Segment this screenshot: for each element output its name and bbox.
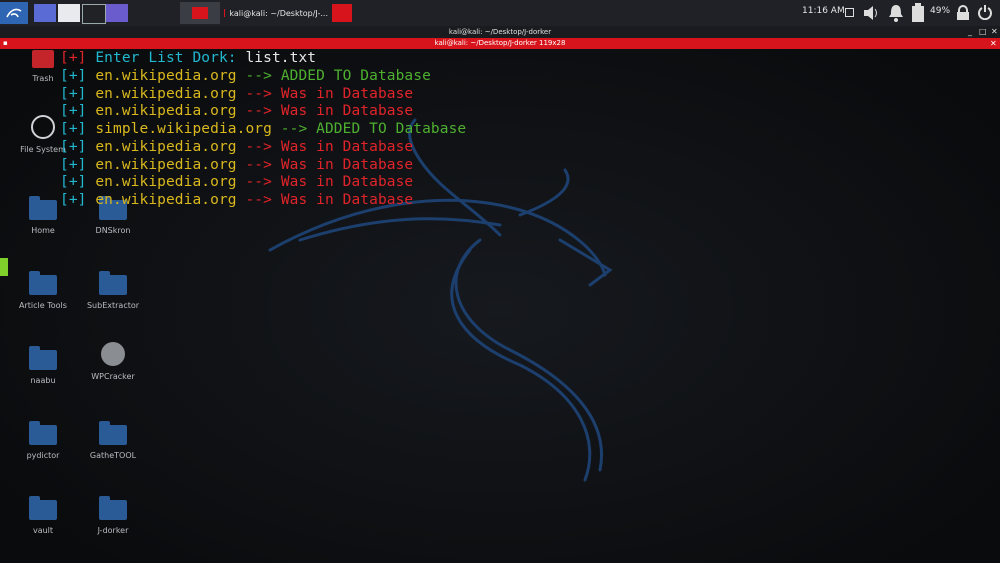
domain-text: en.wikipedia.org [95,191,237,208]
domain-text: en.wikipedia.org [95,68,237,84]
terminal-window[interactable]: [+] Enter List Dork: list.txt [+] en.wik… [0,49,1000,563]
arrow-text: --> [245,85,272,102]
status-text: ADDED TO Database [316,121,467,138]
line-marker: [+] [60,68,87,84]
arrow-text: --> [245,191,272,208]
terminal-line: [+] en.wikipedia.org --> Was in Database [60,192,413,208]
battery-icon[interactable] [911,3,925,23]
terminal-app-icon [224,9,226,17]
line-marker: [+] [60,156,87,173]
close-icon[interactable]: ✕ [991,26,998,38]
minimize-icon[interactable]: _ [968,26,972,38]
lock-icon[interactable] [956,5,970,21]
domain-text: simple.wikipedia.org [95,121,272,138]
line-marker: [+] [60,191,87,208]
file-manager-icon[interactable] [58,4,80,22]
terminal-cursor [0,258,8,276]
domain-text: en.wikipedia.org [95,103,237,120]
domain-text: en.wikipedia.org [95,156,237,173]
line-marker: [+] [60,121,87,138]
terminal-line: [+] en.wikipedia.org --> Was in Database [60,174,413,190]
domain-text: en.wikipedia.org [95,174,237,191]
line-marker: [+] [60,174,87,191]
notification-bell-icon[interactable] [887,3,905,23]
workspace-icon[interactable] [34,4,56,22]
terminal-line: [+] en.wikipedia.org --> Was in Database [60,139,413,155]
terminal-icon[interactable] [82,4,106,24]
clock[interactable]: 11:16 AM [802,6,845,16]
line-marker: [+] [60,85,87,102]
arrow-text: --> [245,174,272,191]
prompt-value: list.txt [245,50,317,66]
status-text: Was in Database [280,156,414,173]
arrow-text: --> [280,121,308,138]
taskbar-window-thumbnail[interactable] [180,2,220,24]
terminal-titlebar[interactable]: ▪ kali@kali: ~/Desktop/J-dorker 119x28 ✕ [0,38,1000,49]
status-text: Was in Database [280,174,414,191]
status-text: Was in Database [280,103,414,120]
domain-text: en.wikipedia.org [95,138,237,155]
line-marker: [+] [60,138,87,155]
window-thumbnail-icon [192,7,208,19]
terminal-line: [+] en.wikipedia.org --> Was in Database [60,86,413,102]
status-text: ADDED TO Database [280,68,431,84]
line-marker: [+] [60,103,87,120]
active-window-title: kali@kali: ~/Desktop/J-... [229,8,328,18]
terminal-line: [+] simple.wikipedia.org --> ADDED TO Da… [60,121,466,137]
status-text: Was in Database [280,191,414,208]
desktop-toggle-icon[interactable] [845,8,854,17]
window-titlebar[interactable]: kali@kali: ~/Desktop/J-dorker _ □ ✕ [0,26,1000,38]
kali-logo-icon [6,8,22,18]
status-text: Was in Database [280,85,414,102]
domain-text: en.wikipedia.org [95,85,237,102]
terminal-prompt-line: [+] Enter List Dork: list.txt [60,50,316,66]
arrow-text: --> [245,103,272,120]
prompt-text: Enter List Dork: [95,50,237,66]
terminal-close-icon[interactable]: ✕ [990,38,997,49]
status-text: Was in Database [280,138,414,155]
terminal-title: kali@kali: ~/Desktop/J-dorker 119x28 [434,39,566,47]
power-icon[interactable] [977,4,993,20]
window-title: kali@kali: ~/Desktop/J-dorker [448,28,552,36]
terminal-line: [+] en.wikipedia.org --> Was in Database [60,103,413,119]
terminal-line: [+] en.wikipedia.org --> ADDED TO Databa… [60,68,431,84]
arrow-text: --> [245,156,272,173]
arrow-text: --> [245,138,272,155]
terminal-line: [+] en.wikipedia.org --> Was in Database [60,157,413,173]
kali-menu-button[interactable] [0,2,28,24]
terminal-menu-icon[interactable]: ▪ [3,38,8,49]
line-marker: [+] [60,50,87,66]
taskbar: kali@kali: ~/Desktop/J-... 11:16 AM 49% [0,0,1000,26]
taskbar-active-window[interactable]: kali@kali: ~/Desktop/J-... [224,2,328,24]
screenshot-icon[interactable] [106,4,128,22]
terminal-launcher-icon[interactable] [332,4,352,22]
arrow-text: --> [245,68,272,84]
battery-percentage: 49% [930,6,951,16]
maximize-icon[interactable]: □ [979,26,987,38]
volume-icon[interactable] [862,4,882,22]
